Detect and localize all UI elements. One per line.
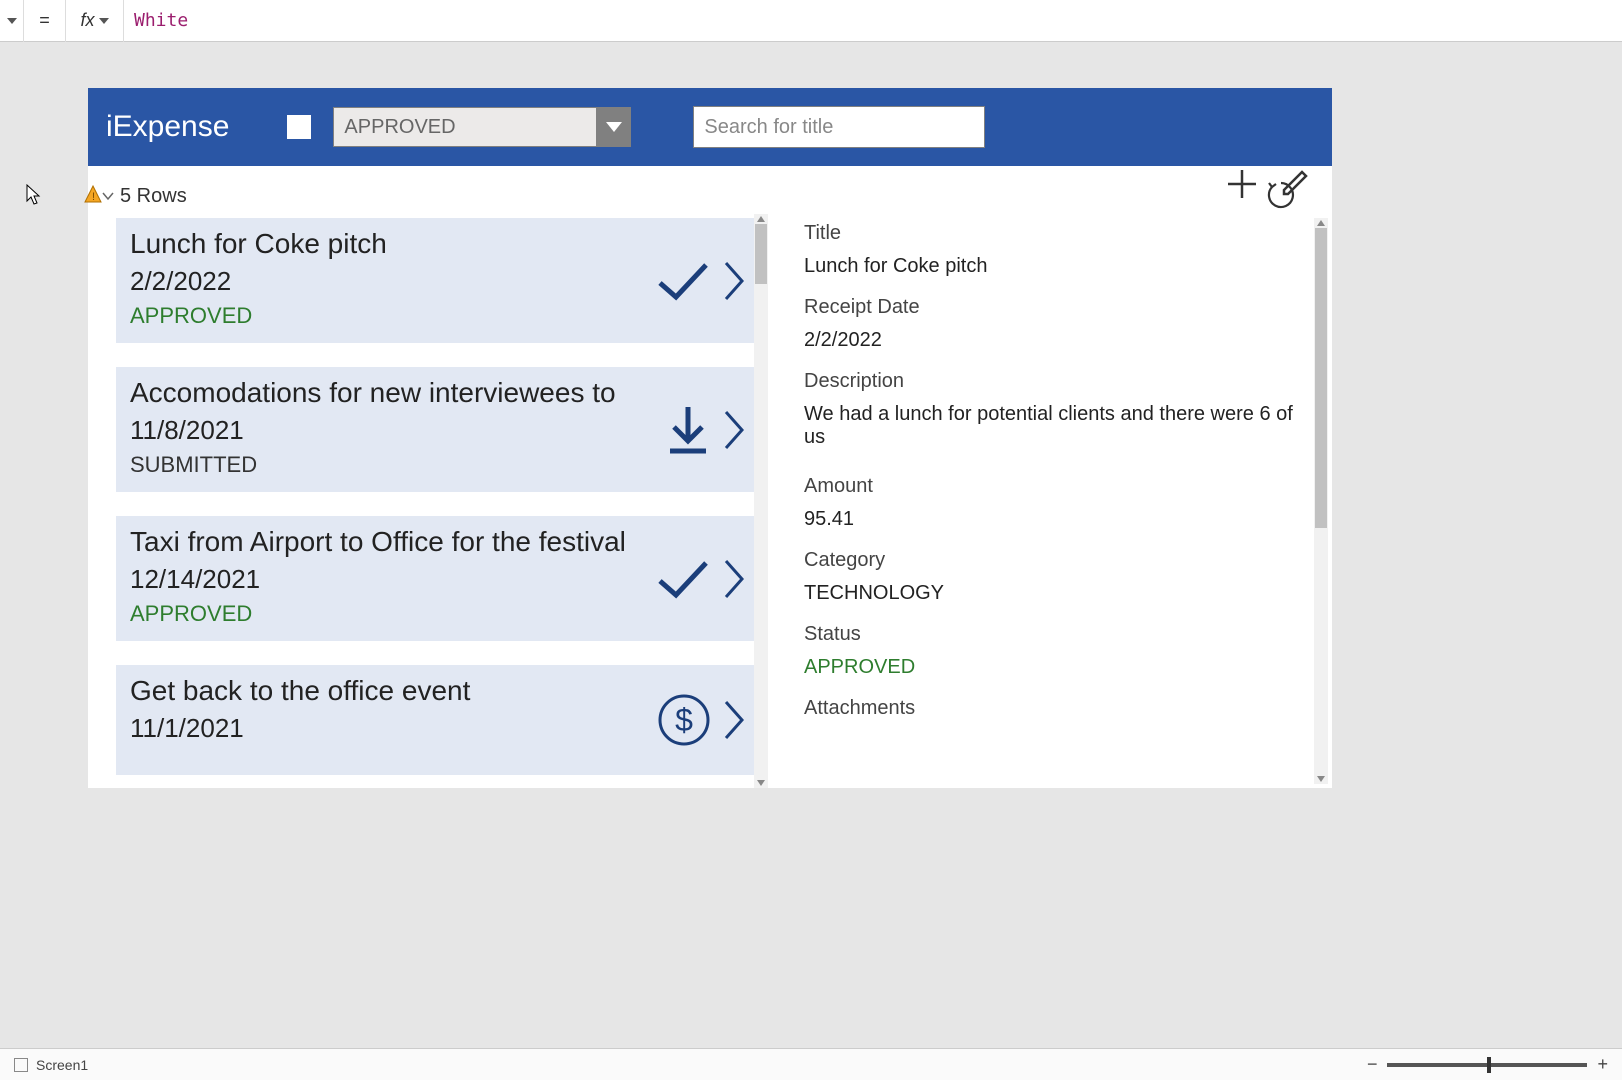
- field-value-category: TECHNOLOGY: [804, 582, 1306, 605]
- zoom-out-button[interactable]: −: [1367, 1054, 1378, 1075]
- property-dropdown[interactable]: [0, 0, 24, 42]
- item-date: 12/14/2021: [130, 564, 740, 595]
- field-label-receipt-date: Receipt Date: [804, 296, 1306, 319]
- scroll-down-icon: [757, 780, 765, 786]
- status-filter-value: APPROVED: [333, 107, 597, 147]
- formula-input[interactable]: White: [124, 10, 1622, 31]
- zoom-in-button[interactable]: +: [1597, 1054, 1608, 1075]
- field-value-amount: 95.41: [804, 508, 1306, 531]
- svg-text:!: !: [92, 191, 95, 203]
- chevron-down-icon: [7, 18, 17, 24]
- field-value-receipt-date: 2/2/2022: [804, 329, 1306, 352]
- item-status: APPROVED: [130, 303, 740, 329]
- status-filter-dropdown[interactable]: APPROVED: [333, 107, 631, 147]
- cursor-icon: [26, 184, 42, 206]
- scroll-thumb[interactable]: [1315, 228, 1327, 528]
- item-date: 2/2/2022: [130, 266, 740, 297]
- item-title: Taxi from Airport to Office for the fest…: [130, 526, 740, 558]
- formula-bar: = fx White: [0, 0, 1622, 42]
- chevron-right-icon[interactable]: [724, 410, 744, 450]
- screen-name: Screen1: [36, 1057, 88, 1073]
- detail-scrollbar[interactable]: [1314, 218, 1328, 784]
- item-status: APPROVED: [130, 601, 740, 627]
- svg-text:$: $: [675, 702, 693, 738]
- zoom-thumb[interactable]: [1487, 1057, 1491, 1073]
- item-date: 11/8/2021: [130, 415, 740, 446]
- equals-label: =: [24, 0, 66, 42]
- check-icon: [656, 559, 710, 599]
- field-label-description: Description: [804, 370, 1306, 393]
- search-placeholder: Search for title: [704, 116, 833, 139]
- list-subheader: ! 5 Rows: [88, 166, 1332, 214]
- download-icon: [666, 405, 710, 455]
- field-label-amount: Amount: [804, 475, 1306, 498]
- status-bar: Screen1 − +: [0, 1048, 1622, 1080]
- warning-icon[interactable]: !: [84, 184, 114, 206]
- canvas-area: iExpense APPROVED Search for title ! 5 R…: [0, 42, 1622, 858]
- filter-checkbox[interactable]: [287, 115, 311, 139]
- scroll-up-icon: [757, 216, 765, 222]
- scroll-up-icon: [1317, 220, 1325, 226]
- chevron-right-icon[interactable]: [724, 700, 744, 740]
- field-label-attachments: Attachments: [804, 697, 1306, 720]
- chevron-right-icon[interactable]: [724, 559, 744, 599]
- chevron-right-icon[interactable]: [724, 261, 744, 301]
- field-value-title: Lunch for Coke pitch: [804, 255, 1306, 278]
- screen-checkbox[interactable]: [14, 1058, 28, 1072]
- dollar-icon: $: [658, 694, 710, 746]
- item-date: 11/1/2021: [130, 713, 740, 744]
- app-body: Lunch for Coke pitch 2/2/2022 APPROVED A…: [88, 214, 1332, 788]
- app-title: iExpense: [106, 110, 229, 144]
- scroll-down-icon: [1317, 776, 1325, 782]
- list-item[interactable]: Get back to the office event 11/1/2021 $: [116, 665, 754, 775]
- field-label-status: Status: [804, 623, 1306, 646]
- detail-panel: Title Lunch for Coke pitch Receipt Date …: [768, 214, 1332, 788]
- app-preview: iExpense APPROVED Search for title ! 5 R…: [88, 88, 1332, 788]
- item-status: SUBMITTED: [130, 452, 740, 478]
- list-scrollbar[interactable]: [754, 214, 768, 788]
- add-button[interactable]: [1226, 168, 1258, 200]
- edit-button[interactable]: [1280, 168, 1310, 198]
- list-item[interactable]: Taxi from Airport to Office for the fest…: [116, 516, 754, 641]
- field-value-description: We had a lunch for potential clients and…: [804, 403, 1306, 449]
- status-filter-chevron[interactable]: [597, 107, 631, 147]
- row-count-label: 5 Rows: [120, 185, 187, 210]
- list-item[interactable]: Accomodations for new interviewees to 11…: [116, 367, 754, 492]
- check-icon: [656, 261, 710, 301]
- fx-label: fx: [80, 10, 94, 31]
- item-title: Accomodations for new interviewees to: [130, 377, 740, 409]
- item-title: Lunch for Coke pitch: [130, 228, 740, 260]
- item-title: Get back to the office event: [130, 675, 740, 707]
- chevron-down-icon: [606, 122, 622, 132]
- zoom-slider[interactable]: [1387, 1063, 1587, 1067]
- chevron-down-icon: [99, 18, 109, 24]
- field-label-category: Category: [804, 549, 1306, 572]
- field-label-title: Title: [804, 222, 1306, 245]
- expense-list: Lunch for Coke pitch 2/2/2022 APPROVED A…: [88, 214, 768, 788]
- search-input[interactable]: Search for title: [693, 106, 985, 148]
- app-header: iExpense APPROVED Search for title: [88, 88, 1332, 166]
- fx-button[interactable]: fx: [66, 0, 124, 42]
- list-item[interactable]: Lunch for Coke pitch 2/2/2022 APPROVED: [116, 218, 754, 343]
- field-value-status: APPROVED: [804, 656, 1306, 679]
- scroll-thumb[interactable]: [755, 224, 767, 284]
